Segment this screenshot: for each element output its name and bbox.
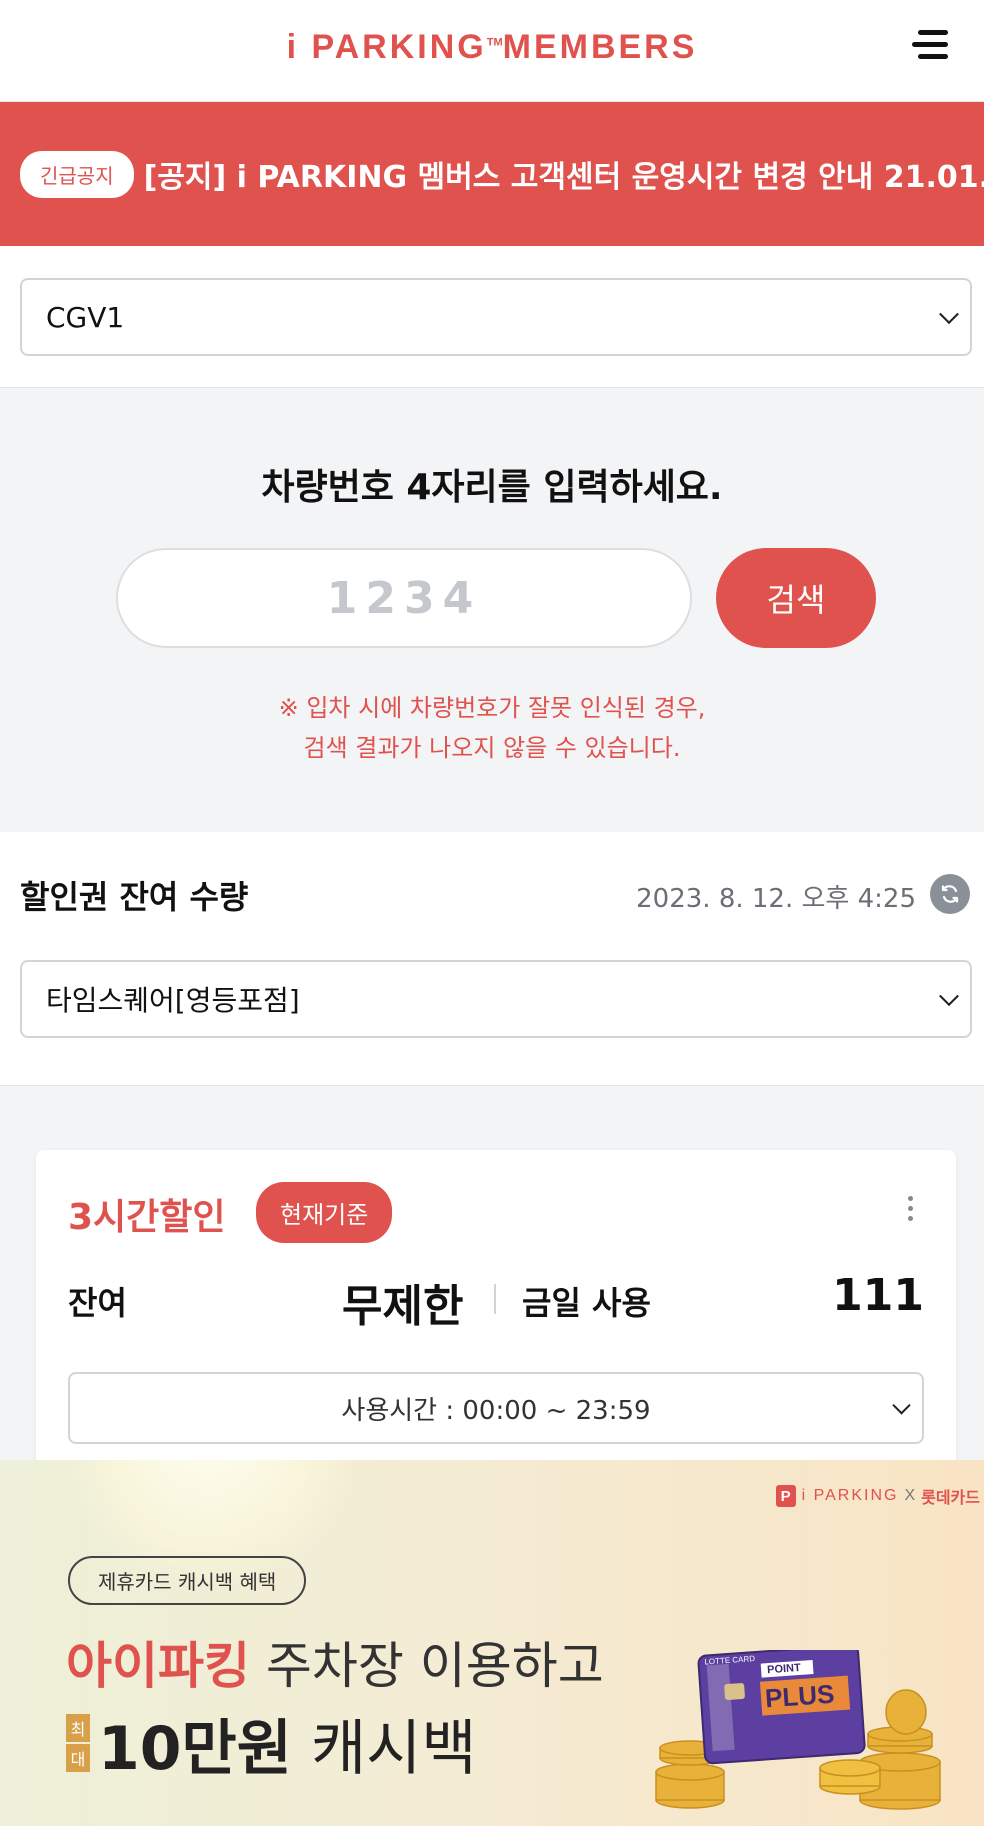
parking-lot-select[interactable]: CGV1 <box>20 278 972 356</box>
chevron-down-icon <box>939 304 959 325</box>
logo-tm: TM <box>486 36 503 49</box>
banner-headline: 아이파킹 주차장 이용하고 <box>66 1626 604 1698</box>
remaining-label: 잔여 <box>68 1284 127 1322</box>
card-and-coins-illustration: POINT PLUS LOTTE CARD <box>655 1650 941 1810</box>
store-select-value: 타임스퀘어[영등포점] <box>46 984 300 1017</box>
urgent-notice-badge: 긴급공지 <box>20 150 134 198</box>
store-select[interactable]: 타임스퀘어[영등포점] <box>20 960 972 1038</box>
lotte-card-cashback-banner[interactable]: P i PARKING X 롯데카드 제휴카드 캐시백 혜택 아이파킹 주차장 … <box>0 1460 984 1826</box>
search-warning-line1: ※ 입차 시에 차량번호가 잘못 인식된 경우, <box>278 694 706 722</box>
remaining-title: 할인권 잔여 수량 <box>20 878 249 916</box>
banner-headline-rest: 주차장 이용하고 <box>250 1637 604 1695</box>
remaining-value: 무제한 <box>342 1281 464 1332</box>
plate-number-input[interactable] <box>116 548 692 648</box>
discount-remaining-section: 할인권 잔여 수량 2023. 8. 12. 오후 4:25 타임스퀘어[영등포… <box>0 832 984 1086</box>
max-char-1: 최 <box>66 1713 90 1742</box>
refresh-icon[interactable] <box>930 874 970 914</box>
cashback-amount-value: 10만원 <box>98 1714 292 1784</box>
lot-select-section: CGV1 <box>0 246 984 388</box>
today-used-count: 111 <box>832 1270 924 1321</box>
banner-brand-iparking: i PARKING <box>801 1487 899 1504</box>
search-title: 차량번호 4자리를 입력하세요. <box>261 467 723 508</box>
cashback-amount-suffix: 캐시백 <box>291 1714 477 1784</box>
iparking-p-icon: P <box>775 1485 796 1507</box>
card-plus-text: PLUS <box>764 1679 835 1714</box>
more-options-icon[interactable] <box>908 1196 914 1226</box>
search-warning-line2: 검색 결과가 나오지 않을 수 있습니다. <box>303 734 681 762</box>
chevron-down-icon <box>892 1396 911 1415</box>
banner-brand-lotte: 롯데카드 <box>921 1490 980 1507</box>
app-header: i PARKINGTMMEMBERS <box>0 0 984 102</box>
logo-text-members: MEMBERS <box>502 28 698 66</box>
notice-text: [공지] i PARKING 멤버스 고객센터 운영시간 변경 안내 21.01… <box>143 160 984 195</box>
usage-time-select[interactable]: 사용시간 : 00:00 ~ 23:59 <box>68 1372 924 1444</box>
iparking-members-logo[interactable]: i PARKINGTMMEMBERS <box>0 28 984 67</box>
divider <box>494 1284 496 1314</box>
search-button[interactable]: 검색 <box>716 548 876 648</box>
logo-text: i PARKING <box>286 28 487 66</box>
plate-search-section: 차량번호 4자리를 입력하세요. 검색 ※ 입차 시에 차량번호가 잘못 인식된… <box>0 388 984 832</box>
today-used-label: 금일 사용 <box>522 1284 651 1322</box>
max-char-2: 대 <box>66 1743 90 1772</box>
chevron-down-icon <box>939 986 959 1007</box>
banner-headline-highlight: 아이파킹 <box>66 1637 250 1695</box>
banner-tag: 제휴카드 캐시백 혜택 <box>68 1556 307 1605</box>
card-point-text: POINT <box>767 1662 802 1676</box>
ticket-title: 3시간할인 <box>68 1197 226 1238</box>
banner-brand: P i PARKING X 롯데카드 <box>775 1484 980 1508</box>
discount-ticket-card: 3시간할인 현재기준 잔여 무제한 금일 사용 111 사용시간 : 00:00… <box>36 1150 956 1470</box>
cashback-amount: 10만원 캐시백 <box>98 1700 477 1787</box>
max-badge: 최 대 <box>66 1713 90 1774</box>
remaining-datetime: 2023. 8. 12. 오후 4:25 <box>636 884 916 914</box>
hamburger-menu-icon[interactable] <box>912 30 950 64</box>
banner-cashback-line: 최 대 10만원 캐시백 <box>66 1700 477 1787</box>
banner-brand-x: X <box>904 1487 916 1504</box>
search-warning: ※ 입차 시에 차량번호가 잘못 인식된 경우, 검색 결과가 나오지 않을 수… <box>0 688 984 768</box>
usage-time-value: 사용시간 : 00:00 ~ 23:59 <box>341 1395 651 1426</box>
urgent-notice-bar[interactable]: 긴급공지 [공지] i PARKING 멤버스 고객센터 운영시간 변경 안내 … <box>0 102 984 246</box>
current-basis-badge: 현재기준 <box>256 1182 393 1243</box>
parking-lot-select-value: CGV1 <box>46 300 125 334</box>
